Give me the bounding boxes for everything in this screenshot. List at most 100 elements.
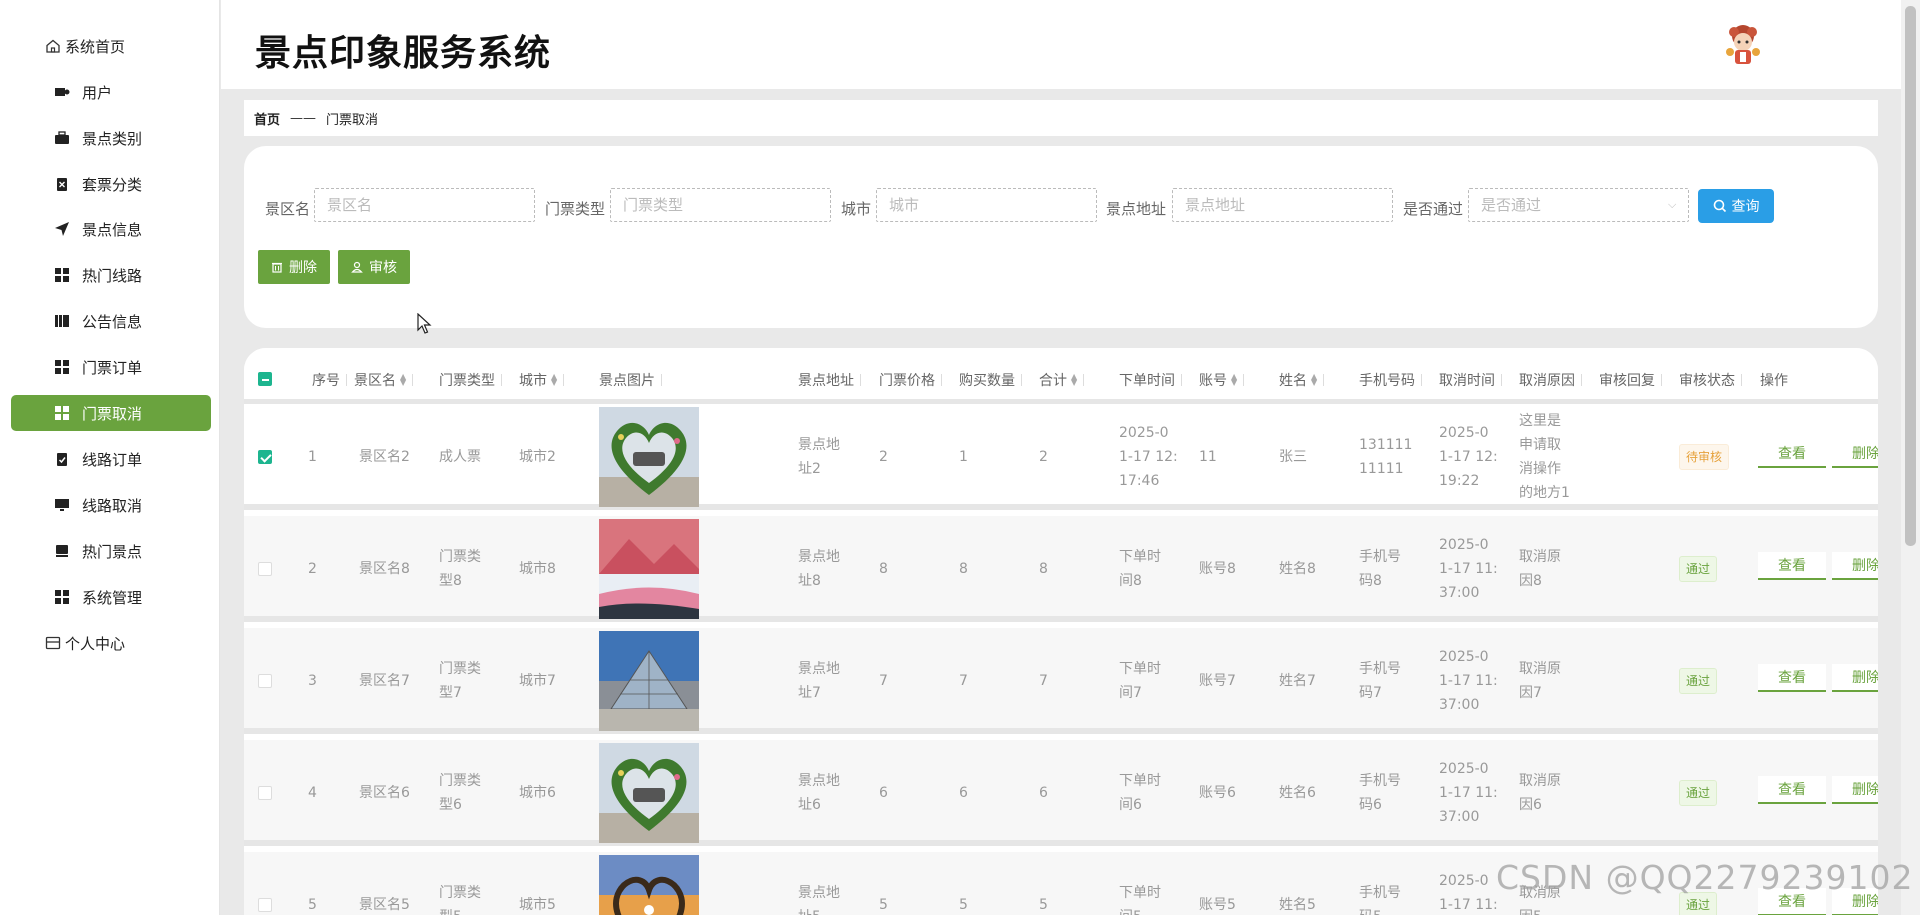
- batch-delete-label: 删除: [289, 260, 317, 276]
- cell-scenic-name-line: 景区名6: [359, 785, 410, 801]
- column-header[interactable]: 合计 ▲ ▼: [1039, 370, 1084, 390]
- row-delete-button[interactable]: 删除: [1832, 552, 1878, 580]
- table-row[interactable]: 2 景区名8 门票类 型8 城市8 景点地 址8 8 8 8 下单时 间8 账号8 姓名8 手机号 码8 202…: [244, 516, 1878, 622]
- row-checkbox[interactable]: [258, 674, 272, 688]
- sidebar-item-13[interactable]: 个人中心: [11, 625, 211, 661]
- column-header[interactable]: 账号 ▲ ▼: [1199, 370, 1244, 390]
- table-row[interactable]: 4 景区名6 门票类 型6 城市6 景点地 址6 6 6 6 下单时 间6 账号6 姓名6 手机号 码6 202…: [244, 740, 1878, 846]
- table-row[interactable]: 3 景区名7 门票类 型7 城市7 景点地 址7 7 7 7 下单时 间7 账号7 姓名7 手机号 码7 202…: [244, 628, 1878, 734]
- row-checkbox[interactable]: [258, 786, 272, 800]
- select-all-checkbox[interactable]: [258, 372, 272, 386]
- city-input[interactable]: [876, 188, 1097, 222]
- scrollbar-thumb[interactable]: [1905, 6, 1916, 546]
- breadcrumb-home[interactable]: 首页: [254, 109, 280, 128]
- cell-quantity: 8: [959, 557, 968, 581]
- sidebar-item-7[interactable]: 门票订单: [11, 349, 211, 385]
- view-button[interactable]: 查看: [1758, 440, 1826, 468]
- cell-price: 6: [879, 781, 888, 805]
- column-header-label: 下单时间: [1119, 373, 1175, 389]
- card-icon: [44, 634, 62, 652]
- cell-city-line: 城市8: [519, 561, 556, 577]
- column-header: 取消时间: [1439, 370, 1502, 390]
- status-badge: 通过: [1679, 668, 1718, 694]
- cell-name-line: 张三: [1279, 449, 1307, 465]
- view-button[interactable]: 查看: [1758, 664, 1826, 692]
- cell-name: 姓名5: [1279, 893, 1316, 915]
- user-check-icon: [351, 261, 363, 273]
- cell-account-line: 账号5: [1199, 897, 1236, 913]
- cell-cancel-time-line: 1-17 11:: [1439, 673, 1498, 689]
- row-checkbox[interactable]: [258, 898, 272, 912]
- cell-cancel-time-line: 2025-0: [1439, 425, 1489, 441]
- query-button[interactable]: 查询: [1698, 189, 1774, 223]
- sidebar-item-label: 系统管理: [82, 588, 143, 607]
- cell-phone-line: 码5: [1359, 905, 1401, 915]
- sort-icon[interactable]: ▲ ▼: [1311, 373, 1317, 387]
- avatar[interactable]: [1724, 22, 1762, 66]
- sidebar-item-2[interactable]: 景点类别: [11, 120, 211, 156]
- cell-cancel-time-line: 1-17 11:: [1439, 785, 1498, 801]
- sidebar-item-11[interactable]: 热门景点: [11, 533, 211, 569]
- sidebar-item-8[interactable]: 门票取消: [11, 395, 211, 431]
- status-badge: 通过: [1679, 556, 1718, 582]
- cell-city-line: 城市7: [519, 673, 556, 689]
- ticket-type-input[interactable]: [610, 188, 831, 222]
- row-delete-button[interactable]: 删除: [1832, 776, 1878, 804]
- column-header[interactable]: 城市 ▲ ▼: [519, 370, 564, 390]
- sidebar-item-10[interactable]: 线路取消: [11, 487, 211, 523]
- table-row[interactable]: 1 景区名2 成人票 城市2 景点地 址2 2 1 2 2025-0 1-17 12: 17:46 11…: [244, 404, 1878, 510]
- sidebar-item-9[interactable]: 线路订单: [11, 441, 211, 477]
- chevron-down-icon: ⌵: [1668, 198, 1677, 211]
- column-header[interactable]: 景区名 ▲ ▼: [354, 370, 413, 390]
- book-icon: [53, 312, 71, 330]
- cell-total: 2: [1039, 445, 1048, 469]
- cell-order-time: 下单时 间7: [1119, 657, 1161, 705]
- sort-icon[interactable]: ▲ ▼: [551, 373, 557, 387]
- column-header[interactable]: 姓名 ▲ ▼: [1279, 370, 1324, 390]
- view-button[interactable]: 查看: [1758, 552, 1826, 580]
- audit-button[interactable]: 审核: [338, 250, 410, 284]
- sidebar-item-1[interactable]: 用户: [11, 74, 211, 110]
- scenic-name-input[interactable]: [314, 188, 535, 222]
- cell-cancel-time: 2025-0 1-17 12: 19:22: [1439, 421, 1498, 493]
- cell-cancel-reason-line: 因6: [1519, 797, 1542, 813]
- sidebar-item-6[interactable]: 公告信息: [11, 303, 211, 339]
- row-checkbox[interactable]: [258, 450, 272, 464]
- cell-address-line: 址5: [798, 905, 840, 915]
- cell-total-line: 5: [1039, 897, 1048, 913]
- cell-cancel-time-line: 1-17 12:: [1439, 449, 1498, 465]
- row-checkbox[interactable]: [258, 562, 272, 576]
- sort-icon[interactable]: ▲ ▼: [400, 373, 406, 387]
- column-header-label: 取消原因: [1519, 373, 1575, 389]
- status-badge: 待审核: [1679, 444, 1730, 470]
- cell-index-line: 2: [308, 561, 317, 577]
- sidebar-item-5[interactable]: 热门线路: [11, 257, 211, 293]
- cell-phone: 手机号码5: [1359, 881, 1401, 915]
- sidebar-item-0[interactable]: 系统首页: [11, 28, 211, 64]
- column-header-label: 审核状态: [1679, 373, 1735, 389]
- sidebar-item-4[interactable]: 景点信息: [11, 211, 211, 247]
- row-delete-button[interactable]: 删除: [1832, 440, 1878, 468]
- address-input[interactable]: [1172, 188, 1393, 222]
- batch-delete-button[interactable]: 删除: [258, 250, 330, 284]
- sidebar-item-label: 门票取消: [82, 404, 143, 423]
- sort-icon[interactable]: ▲ ▼: [1071, 373, 1077, 387]
- cell-address-line: 景点地: [798, 549, 840, 565]
- sidebar-item-3[interactable]: 套票分类: [11, 166, 211, 202]
- grid-icon: [53, 404, 71, 422]
- grid-icon: [53, 266, 71, 284]
- view-button[interactable]: 查看: [1758, 776, 1826, 804]
- user-icon: [53, 83, 71, 101]
- scenic-image: [599, 407, 699, 507]
- send-icon: [53, 220, 71, 238]
- row-delete-button[interactable]: 删除: [1832, 664, 1878, 692]
- cell-account-line: 11: [1199, 449, 1217, 465]
- cell-city-line: 城市5: [519, 897, 556, 913]
- sort-icon[interactable]: ▲ ▼: [1231, 373, 1237, 387]
- page-scrollbar[interactable]: [1901, 0, 1920, 915]
- sidebar-item-12[interactable]: 系统管理: [11, 579, 211, 615]
- approved-select[interactable]: [1468, 188, 1689, 222]
- cell-phone-line: 手机号: [1359, 773, 1401, 789]
- inbox-icon: [53, 542, 71, 560]
- cell-quantity: 7: [959, 669, 968, 693]
